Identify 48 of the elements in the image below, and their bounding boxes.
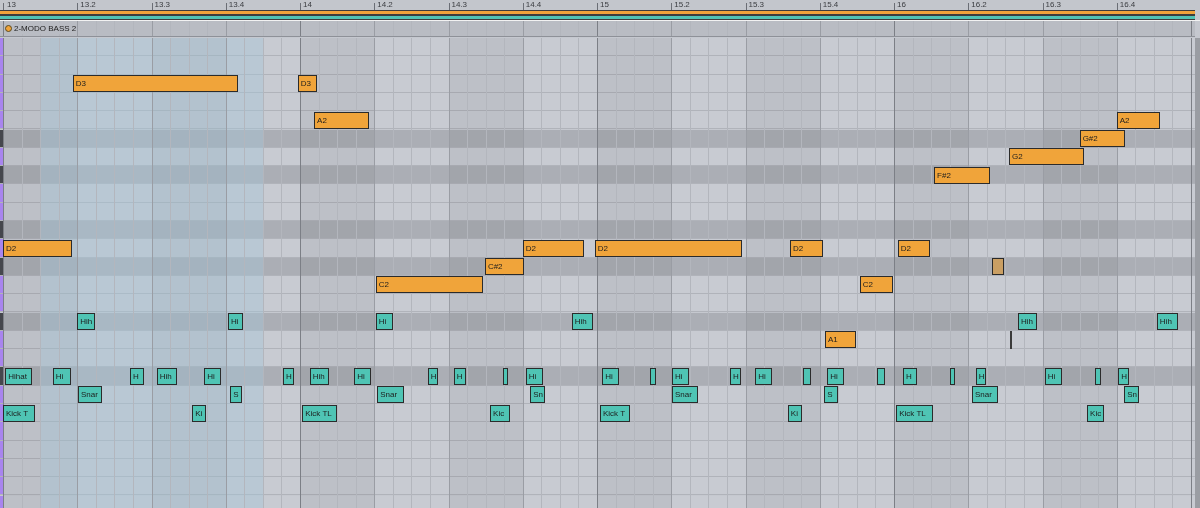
ruler-label: 15 [600, 0, 609, 10]
ruler-label: 16.3 [1045, 0, 1062, 10]
midi-note[interactable] [802, 367, 811, 385]
ruler-label: 15.4 [822, 0, 839, 10]
midi-note[interactable] [949, 367, 955, 385]
midi-note[interactable]: G#2 [1079, 130, 1125, 147]
track-name: 2-MODO BASS 2 [14, 23, 77, 34]
ruler-label: 16 [897, 0, 906, 10]
ruler-label: 13.3 [154, 0, 171, 10]
midi-note[interactable]: H [975, 367, 987, 385]
midi-note[interactable] [876, 367, 886, 385]
ruler-label: 13.2 [80, 0, 96, 10]
ruler-label: 16.2 [971, 0, 987, 10]
midi-note[interactable]: Hih [571, 313, 593, 330]
insert-marker [1009, 330, 1012, 350]
ruler-label: 14.2 [377, 0, 393, 10]
midi-note[interactable]: Snar [78, 386, 102, 404]
ruler-label: 13.4 [228, 0, 245, 10]
midi-note[interactable]: D3 [72, 75, 238, 93]
ruler-label: 13 [7, 0, 16, 10]
midi-note[interactable]: Sn [530, 386, 545, 404]
ruler-label: 14 [303, 0, 312, 10]
midi-note[interactable] [1095, 367, 1102, 385]
ruler-label: 14.4 [525, 0, 542, 10]
midi-note[interactable]: C#2 [484, 258, 525, 276]
midi-note[interactable]: Sn [1124, 386, 1139, 404]
midi-note[interactable]: H [427, 367, 439, 385]
midi-note[interactable] [992, 258, 1004, 276]
midi-note[interactable] [649, 367, 657, 385]
midi-note[interactable]: Hih [77, 313, 96, 330]
ruler-label: 15.2 [674, 0, 690, 10]
midi-note[interactable]: Hih [1156, 313, 1178, 330]
midi-note[interactable]: H [1118, 367, 1130, 385]
ruler-label: 14.3 [451, 0, 468, 10]
ruler-label: 16.4 [1119, 0, 1136, 10]
midi-note[interactable] [502, 367, 508, 385]
midi-note[interactable]: Snar [971, 386, 998, 404]
midi-note[interactable]: S [230, 386, 243, 404]
midi-note[interactable]: Snar [672, 386, 698, 404]
midi-note[interactable]: Snar [377, 386, 404, 404]
midi-note[interactable]: G2 [1009, 148, 1085, 166]
midi-note[interactable]: S [824, 386, 838, 404]
midi-note[interactable]: C2 [859, 276, 893, 294]
clip-bar[interactable] [0, 10, 1195, 15]
ruler-label: 15.3 [748, 0, 765, 10]
midi-note[interactable]: A1 [824, 331, 857, 349]
midi-note[interactable]: C2 [375, 276, 483, 294]
clip-bar[interactable] [0, 15, 1195, 20]
